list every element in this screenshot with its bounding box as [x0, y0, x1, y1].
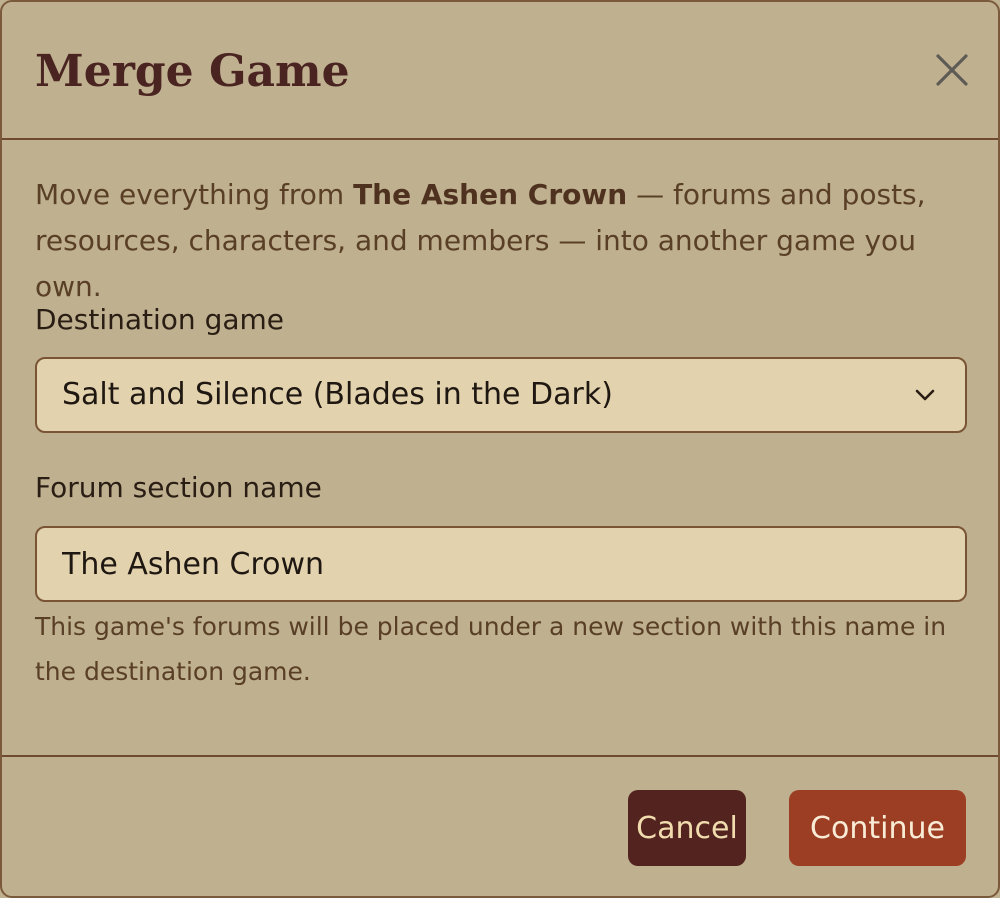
dialog-header: Merge Game: [2, 2, 998, 140]
close-button[interactable]: [926, 46, 978, 98]
destination-game-label: Destination game: [35, 303, 285, 336]
intro-text-before: Move everything from: [35, 178, 354, 211]
forum-section-name-input[interactable]: [35, 526, 967, 602]
destination-game-value: Salt and Silence (Blades in the Dark): [62, 377, 613, 412]
cancel-button[interactable]: Cancel: [628, 790, 746, 866]
continue-button[interactable]: Continue: [789, 790, 966, 866]
forum-section-help-text: This game's forums will be placed under …: [35, 612, 947, 686]
close-icon: [936, 54, 968, 86]
forum-section-name-label: Forum section name: [35, 471, 322, 504]
dialog-title: Merge Game: [35, 46, 350, 97]
dialog-footer: Cancel Continue: [2, 755, 998, 898]
chevron-down-icon: [915, 389, 935, 401]
intro-text: Move everything from The Ashen Crown — f…: [35, 172, 967, 310]
merge-game-dialog: Merge Game Move everything from The Ashe…: [0, 0, 1000, 898]
destination-game-select[interactable]: Salt and Silence (Blades in the Dark): [35, 357, 967, 433]
source-game-name: The Ashen Crown: [353, 178, 628, 211]
